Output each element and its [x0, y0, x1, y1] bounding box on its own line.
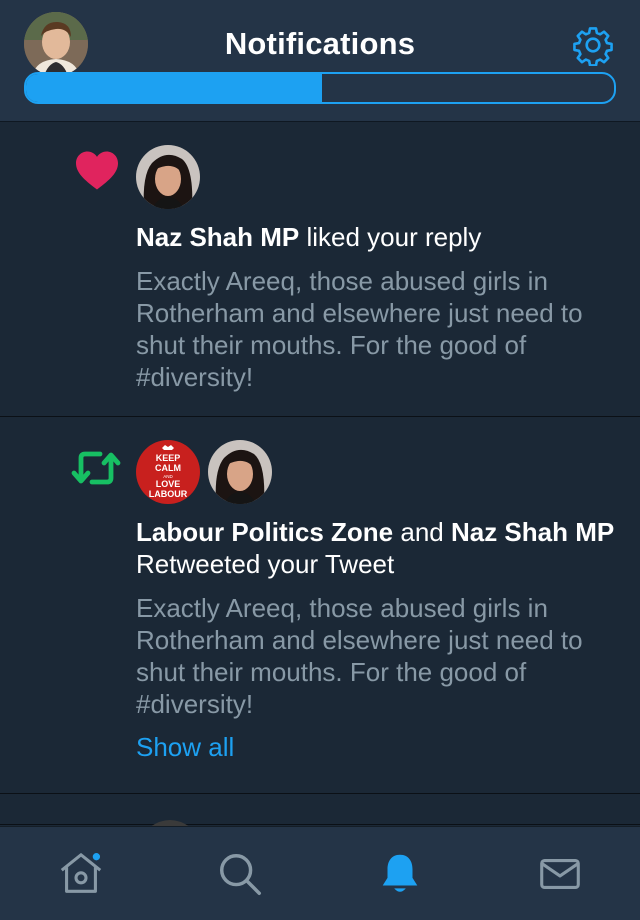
mail-icon[interactable]	[535, 849, 585, 899]
bottom-tab-bar	[0, 826, 640, 920]
segment-active[interactable]	[26, 74, 322, 102]
show-all-link[interactable]: Show all	[136, 732, 234, 763]
joiner-text: and	[393, 517, 451, 547]
heart-icon	[74, 149, 120, 191]
action-text: Retweeted your Tweet	[136, 549, 395, 579]
svg-text:CALM: CALM	[155, 463, 181, 473]
home-icon[interactable]	[56, 849, 106, 899]
naz-shah-avatar[interactable]	[136, 145, 200, 209]
notification-item[interactable]: KEEP CALM AND LOVE LABOUR Labour Politic…	[0, 418, 640, 794]
notification-headline: Naz Shah MP liked your reply	[136, 221, 616, 253]
segment-control-area	[0, 72, 640, 122]
svg-text:LABOUR: LABOUR	[149, 489, 188, 499]
naz-shah-avatar[interactable]	[208, 440, 272, 504]
page-title: Notifications	[224, 26, 416, 61]
action-text: liked your reply	[299, 222, 482, 252]
tweet-text: Exactly Areeq, those abused girls in Rot…	[136, 266, 583, 392]
actor-name[interactable]: Naz Shah MP	[451, 517, 614, 547]
notification-item-partial[interactable]	[0, 795, 640, 827]
svg-text:LOVE: LOVE	[156, 479, 181, 489]
segmented-control	[24, 72, 616, 104]
tweet-text: Exactly Areeq, those abused girls in Rot…	[136, 593, 583, 719]
retweet-icon	[70, 446, 122, 490]
notification-item[interactable]: Naz Shah MP liked your reply Exactly Are…	[0, 123, 640, 417]
actor-name[interactable]: Naz Shah MP	[136, 222, 299, 252]
search-icon[interactable]	[215, 849, 265, 899]
svg-text:KEEP: KEEP	[156, 453, 181, 463]
actor-name[interactable]: Labour Politics Zone	[136, 517, 393, 547]
notification-headline: Labour Politics Zone and Naz Shah MP Ret…	[136, 516, 616, 580]
gear-icon[interactable]	[572, 24, 614, 67]
notifications-screen: Notifications Naz Shah MP liked your rep…	[0, 0, 640, 920]
bell-icon[interactable]	[375, 849, 425, 899]
keep-calm-love-labour-avatar[interactable]: KEEP CALM AND LOVE LABOUR	[136, 440, 200, 504]
